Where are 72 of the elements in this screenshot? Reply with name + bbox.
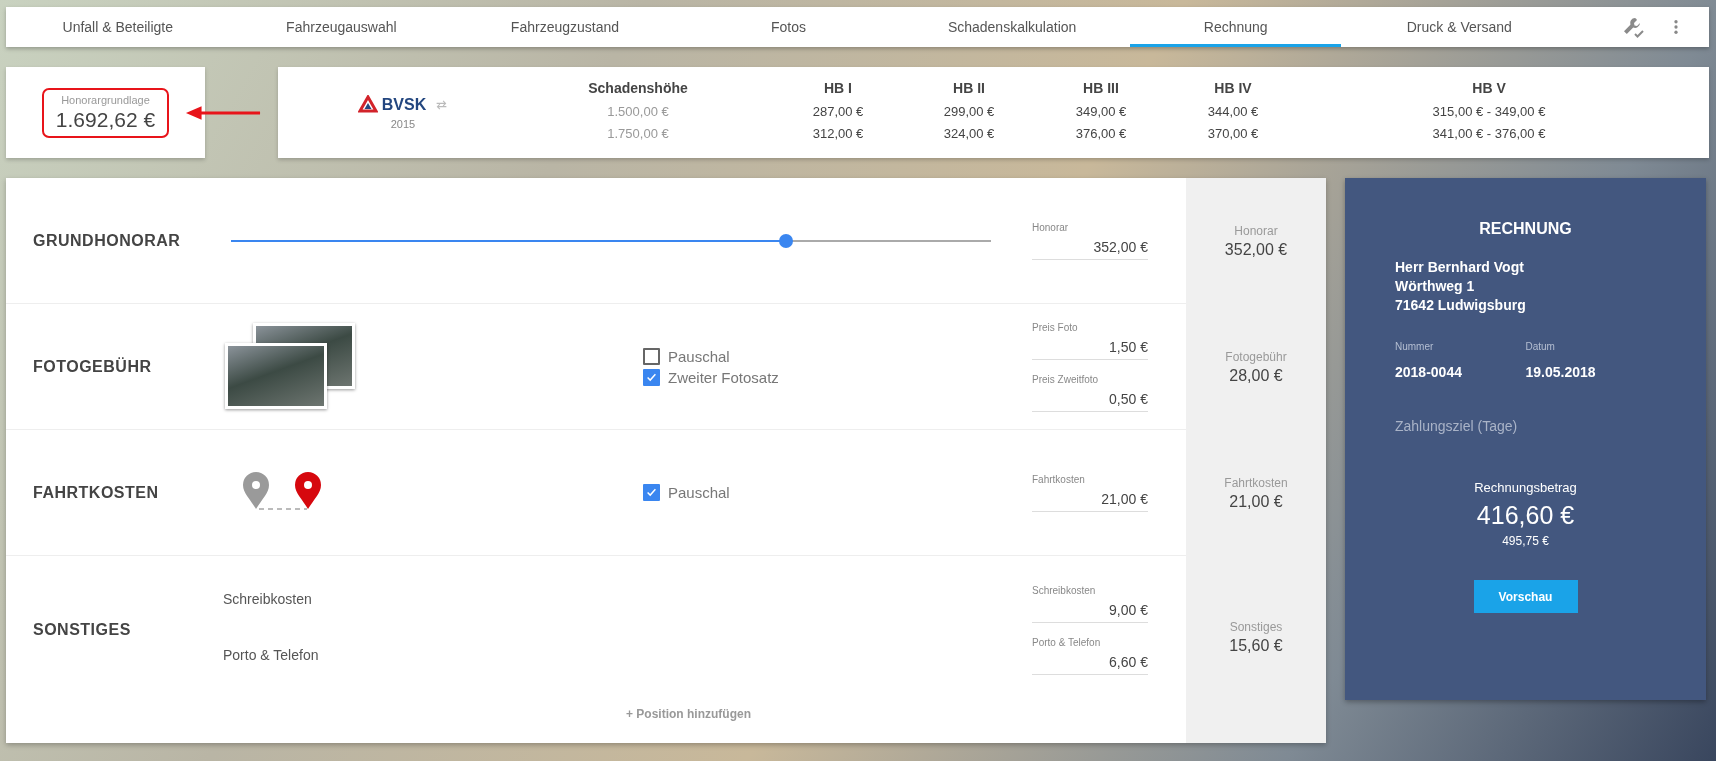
triangle-logo-icon — [357, 95, 378, 115]
summary-label: Fahrtkosten — [1224, 475, 1288, 490]
section-title: FAHRTKOSTEN — [32, 483, 160, 502]
table-cell-text: 315,00 € - 349,00 € — [1431, 103, 1547, 121]
tab[interactable]: Druck & Versand — [1353, 7, 1566, 47]
summary-value: 352,00 € — [1224, 240, 1288, 259]
tab[interactable]: Schadenskalkulation — [906, 7, 1118, 47]
tab[interactable]: Fahrzeugauswahl — [235, 7, 448, 47]
invoice-amount: 416,60 € — [1475, 501, 1576, 530]
wrench-check-icon[interactable] — [1621, 15, 1645, 39]
summary-label: Honorar — [1234, 223, 1278, 238]
input-field[interactable]: Fahrtkosten 21,00 € — [1032, 473, 1148, 512]
address-line: 71642 Ludwigsburg — [1395, 296, 1527, 315]
table-cell-text: 1.750,00 € — [606, 125, 670, 143]
input-field[interactable]: Preis Foto 1,50 € — [1032, 321, 1148, 360]
summary-label: Sonstiges — [1229, 620, 1283, 634]
amount-label: Rechnungsbetrag — [1473, 480, 1578, 495]
input-field[interactable]: Porto & Telefon 6,60 € — [1032, 636, 1148, 675]
address-line: Herr Bernhard Vogt — [1395, 258, 1525, 277]
summary-label: Fotogebühr — [1225, 349, 1287, 364]
date-label: Datum — [1525, 341, 1556, 352]
invoice-number: 2018-0044 — [1395, 364, 1463, 380]
section-title: GRUNDHONORAR — [32, 231, 182, 250]
tab[interactable]: Unfall & Beteiligte — [12, 7, 224, 47]
invoice-date: 19.05.2018 — [1525, 364, 1597, 380]
number-label: Nummer — [1395, 341, 1435, 352]
tab[interactable]: Rechnung — [1129, 7, 1342, 47]
summary-value: 15,60 € — [1229, 637, 1283, 655]
table-cell-text: 370,00 € — [1206, 125, 1260, 143]
column-header: Schadenshöhe — [587, 80, 689, 96]
table-year: 2015 — [390, 118, 416, 130]
checkbox-label: Zweiter Fotosatz — [668, 368, 779, 386]
input-field[interactable]: Schreibkosten 9,00 € — [1032, 584, 1148, 623]
logo-text: BVSK — [381, 96, 427, 114]
table-cell-text: 344,00 € — [1206, 103, 1260, 121]
table-cell-text: 341,00 € - 376,00 € — [1431, 125, 1547, 143]
base-fee-value: 1.692,62 € — [55, 107, 156, 132]
more-menu-icon[interactable] — [1673, 18, 1679, 36]
table-cell-text: 376,00 € — [1074, 125, 1128, 143]
checkbox[interactable] — [643, 347, 660, 365]
table-cell-text: 299,00 € — [942, 103, 996, 121]
input-field[interactable]: Preis Zweitfoto 0,50 € — [1032, 373, 1148, 412]
swap-arrows-icon[interactable] — [435, 100, 449, 110]
cost-item-label: Schreibkosten — [223, 590, 313, 607]
summary-value: 28,00 € — [1229, 366, 1283, 385]
column-header: HB II — [952, 80, 986, 96]
payment-term-field[interactable]: Zahlungsziel (Tage) — [1395, 418, 1656, 434]
table-cell-text: 312,00 € — [811, 125, 865, 143]
section-title: FOTOGEBÜHR — [32, 357, 153, 376]
tab[interactable]: Fotos — [682, 7, 895, 47]
checkbox-label: Pauschal — [668, 347, 730, 365]
section-title: SONSTIGES — [32, 620, 132, 639]
checkbox[interactable] — [643, 484, 660, 501]
gross-amount: 495,75 € — [1501, 534, 1550, 548]
table-cell-text: 324,00 € — [942, 125, 996, 143]
check-icon — [645, 486, 658, 499]
summary-value: 21,00 € — [1229, 492, 1283, 511]
checkbox[interactable] — [643, 368, 660, 386]
table-cell-text: 349,00 € — [1074, 103, 1128, 121]
tab[interactable]: Fahrzeugzustand — [459, 7, 671, 47]
base-fee-label: Honorargrundlage — [60, 93, 151, 106]
invoice-title: RECHNUNG — [1478, 220, 1573, 238]
table-cell-text: 1.500,00 € — [606, 103, 670, 121]
input-field[interactable]: Honorar 352,00 € — [1032, 221, 1148, 260]
column-header: HB IV — [1213, 80, 1253, 96]
cost-item-label: Porto & Telefon — [223, 646, 319, 663]
table-cell-text: 287,00 € — [811, 103, 865, 121]
address-line: Wörthweg 1 — [1395, 277, 1476, 296]
checkbox-label: Pauschal — [668, 484, 730, 501]
column-header: HB I — [823, 80, 853, 96]
column-header: HB III — [1082, 80, 1120, 96]
column-header: HB V — [1471, 80, 1507, 96]
